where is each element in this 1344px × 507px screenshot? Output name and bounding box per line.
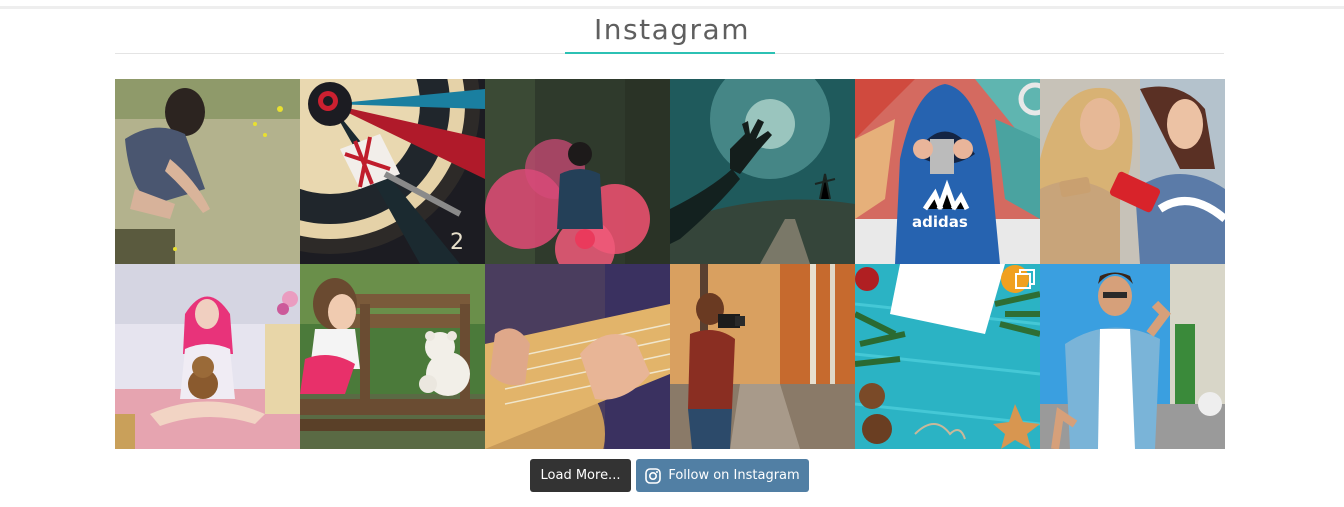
feed-photo[interactable] (670, 264, 855, 449)
feed-photo[interactable] (1040, 264, 1225, 449)
instagram-icon (645, 467, 662, 484)
feed-photo[interactable] (855, 264, 1040, 449)
feed-photo[interactable]: 2 (300, 79, 485, 264)
instagram-feed-grid: 2 adidas (115, 79, 1225, 449)
top-divider (0, 6, 1344, 9)
feed-photo[interactable] (300, 264, 485, 449)
feed-photo[interactable] (485, 264, 670, 449)
section-title: Instagram (594, 13, 750, 46)
svg-text:2: 2 (450, 230, 464, 255)
feed-photo[interactable] (115, 264, 300, 449)
multiple-images-icon (1015, 269, 1035, 289)
follow-on-instagram-button[interactable]: Follow on Instagram (636, 459, 809, 492)
feed-photo[interactable] (115, 79, 300, 264)
feed-photo[interactable] (1040, 79, 1225, 264)
feed-photo[interactable] (670, 79, 855, 264)
feed-photo[interactable] (485, 79, 670, 264)
feed-photo[interactable]: adidas (855, 79, 1040, 264)
title-accent-underline (565, 52, 775, 54)
svg-text:adidas: adidas (912, 213, 968, 231)
load-more-button[interactable]: Load More... (530, 459, 631, 492)
follow-button-label: Follow on Instagram (668, 468, 800, 483)
